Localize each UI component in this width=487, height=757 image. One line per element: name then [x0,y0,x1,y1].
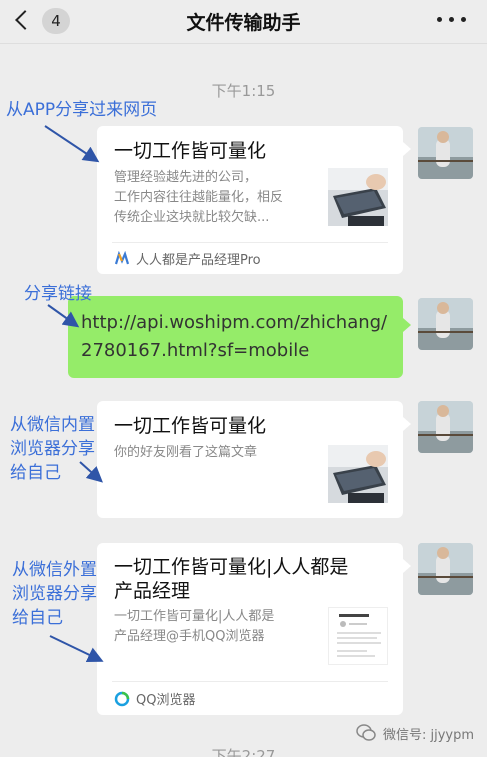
arrow-icon [79,461,103,483]
wechat-logo-icon [356,724,376,741]
arrow-icon [49,635,104,663]
arrow-icon [47,304,80,328]
arrow-icon [44,125,100,163]
watermark-text: 微信号: jjyypm [383,727,475,743]
annotation-arrows [44,125,104,663]
watermark: 微信号: jjyypm [355,722,474,744]
